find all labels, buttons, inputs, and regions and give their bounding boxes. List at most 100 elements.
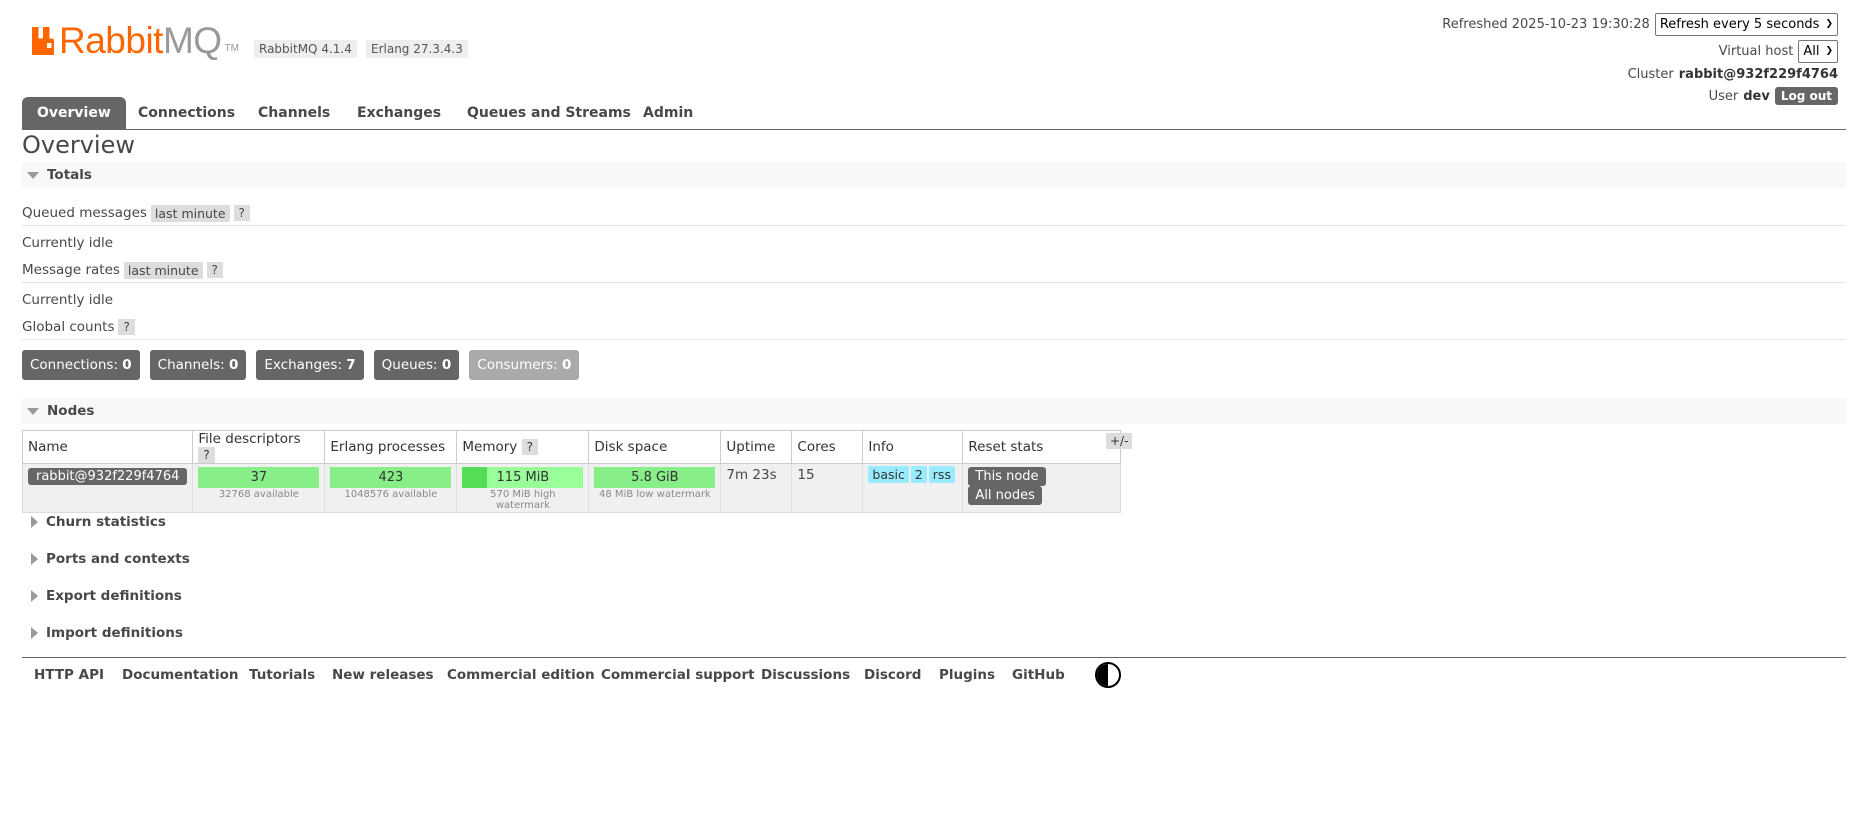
- connections-count-button[interactable]: Connections: 0: [22, 350, 140, 380]
- proc-bar: 423: [330, 467, 452, 488]
- logo-trademark: TM: [224, 43, 240, 54]
- consumers-count: 0: [562, 357, 572, 373]
- column-erlang-processes: Erlang processes: [324, 430, 458, 464]
- queues-count-button[interactable]: Queues: 0: [373, 350, 460, 380]
- refreshed-label: Refreshed 2025-10-23 19:30:28: [1442, 16, 1650, 32]
- proc-cell: 423 1048576 available: [324, 463, 458, 513]
- footer-link-discussions[interactable]: Discussions: [761, 667, 850, 683]
- node-name-link[interactable]: rabbit@932f229f4764: [28, 468, 188, 485]
- rabbitmq-logo[interactable]: RabbitMQ TM: [32, 22, 239, 60]
- cores-value: 15: [797, 467, 815, 483]
- node-name-cell: rabbit@932f229f4764: [21, 463, 194, 513]
- memory-watermark: 570 MiB high watermark: [490, 489, 556, 511]
- rabbitmq-logo-icon: [32, 27, 54, 55]
- disk-cell: 5.8 GiB 48 MiB low watermark: [588, 463, 722, 513]
- column-memory-label: Memory: [462, 439, 518, 455]
- uptime-cell: 7m 23s: [720, 463, 793, 513]
- triangle-down-icon: [27, 171, 39, 179]
- totals-title: Totals: [47, 167, 92, 183]
- nodes-section-header[interactable]: Nodes: [22, 398, 1846, 424]
- reset-this-node-button[interactable]: This node: [968, 467, 1046, 486]
- rates-range-selector[interactable]: last minute: [123, 261, 203, 279]
- logo-text: Rabbit: [59, 20, 163, 61]
- global-counts-row: Global counts ?: [22, 315, 1846, 340]
- erlang-version-badge: Erlang 27.3.4.3: [366, 40, 468, 58]
- nodes-table-header: Name File descriptors ? Erlang processes…: [21, 430, 1122, 464]
- footer-link-documentation[interactable]: Documentation: [122, 667, 238, 683]
- column-info: Info: [862, 430, 964, 464]
- help-icon[interactable]: ?: [206, 262, 223, 278]
- table-row: rabbit@932f229f4764 37 32768 available 4…: [21, 463, 1122, 513]
- help-icon[interactable]: ?: [198, 447, 215, 463]
- reset-stats-cell: This node All nodes: [962, 463, 1122, 513]
- page-title: Overview: [22, 131, 135, 159]
- info-basic-tag: basic: [868, 466, 909, 483]
- consumers-count-button[interactable]: Consumers: 0: [469, 350, 580, 380]
- help-icon[interactable]: ?: [233, 205, 250, 221]
- tab-connections[interactable]: Connections: [123, 97, 250, 129]
- fd-cell: 37 32768 available: [192, 463, 326, 513]
- column-disk-space: Disk space: [588, 430, 722, 464]
- column-memory: Memory ?: [456, 430, 590, 464]
- export-definitions-title: Export definitions: [46, 588, 182, 604]
- help-icon[interactable]: ?: [118, 319, 135, 335]
- proc-available: 1048576 available: [344, 489, 438, 500]
- tab-exchanges[interactable]: Exchanges: [342, 97, 456, 129]
- disk-watermark: 48 MiB low watermark: [599, 489, 711, 500]
- info-2-tag: 2: [910, 466, 927, 483]
- churn-statistics-header[interactable]: Churn statistics: [22, 514, 166, 530]
- virtual-host-select[interactable]: All ❯: [1798, 39, 1838, 63]
- column-uptime: Uptime: [720, 430, 793, 464]
- import-definitions-header[interactable]: Import definitions: [22, 625, 183, 641]
- refresh-select[interactable]: Refresh every 5 seconds ❯: [1654, 12, 1838, 36]
- chevron-down-icon: ❯: [1825, 19, 1833, 29]
- nodes-table: Name File descriptors ? Erlang processes…: [21, 430, 1122, 513]
- info-cell: basic 2 rss: [862, 463, 964, 513]
- queues-count: 0: [441, 357, 452, 373]
- column-cores: Cores: [791, 430, 864, 464]
- import-definitions-title: Import definitions: [46, 625, 183, 641]
- footer: HTTP API Documentation Tutorials New rel…: [22, 657, 1846, 694]
- channels-count-button[interactable]: Channels: 0: [149, 350, 247, 380]
- tab-admin[interactable]: Admin: [628, 97, 708, 129]
- help-icon[interactable]: ?: [521, 439, 538, 455]
- cluster-label: Cluster: [1627, 66, 1674, 82]
- footer-link-http-api[interactable]: HTTP API: [34, 667, 104, 683]
- consumers-count-label: Consumers:: [477, 357, 558, 373]
- footer-link-tutorials[interactable]: Tutorials: [249, 667, 315, 683]
- reset-all-nodes-button[interactable]: All nodes: [968, 486, 1042, 505]
- tab-channels[interactable]: Channels: [243, 97, 345, 129]
- totals-section-header[interactable]: Totals: [22, 162, 1846, 188]
- theme-toggle-icon[interactable]: [1095, 662, 1121, 688]
- triangle-right-icon: [31, 627, 38, 639]
- rabbitmq-version-badge: RabbitMQ 4.1.4: [254, 40, 357, 58]
- cluster-name[interactable]: rabbit@932f229f4764: [1679, 67, 1838, 82]
- column-reset-stats: Reset stats: [962, 430, 1122, 464]
- footer-link-commercial-support[interactable]: Commercial support: [601, 667, 755, 683]
- ports-and-contexts-title: Ports and contexts: [46, 551, 190, 567]
- exchanges-count: 7: [346, 357, 356, 373]
- connections-count: 0: [122, 357, 132, 373]
- queued-messages-row: Queued messages last minute ?: [22, 201, 1846, 226]
- column-name: Name: [21, 430, 194, 464]
- footer-link-plugins[interactable]: Plugins: [939, 667, 995, 683]
- exchanges-count-button[interactable]: Exchanges: 7: [256, 350, 364, 380]
- queued-range-selector[interactable]: last minute: [150, 204, 230, 222]
- footer-link-github[interactable]: GitHub: [1012, 667, 1065, 683]
- message-rates-row: Message rates last minute ?: [22, 258, 1846, 283]
- main-tabs: Overview Connections Channels Exchanges …: [22, 97, 1846, 130]
- queues-count-label: Queues:: [381, 357, 438, 373]
- columns-toggle-button[interactable]: +/-: [1106, 433, 1133, 449]
- ports-and-contexts-header[interactable]: Ports and contexts: [22, 551, 190, 567]
- footer-link-commercial-edition[interactable]: Commercial edition: [447, 667, 595, 683]
- tab-overview[interactable]: Overview: [22, 97, 126, 129]
- chevron-down-icon: ❯: [1825, 46, 1833, 56]
- tab-queues-and-streams[interactable]: Queues and Streams: [452, 97, 646, 129]
- refresh-select-value: Refresh every 5 seconds: [1659, 16, 1820, 32]
- footer-link-new-releases[interactable]: New releases: [332, 667, 434, 683]
- triangle-right-icon: [31, 516, 38, 528]
- footer-link-discord[interactable]: Discord: [864, 667, 921, 683]
- rates-idle-text: Currently idle: [22, 292, 114, 308]
- column-file-descriptors: File descriptors ?: [192, 430, 326, 464]
- export-definitions-header[interactable]: Export definitions: [22, 588, 182, 604]
